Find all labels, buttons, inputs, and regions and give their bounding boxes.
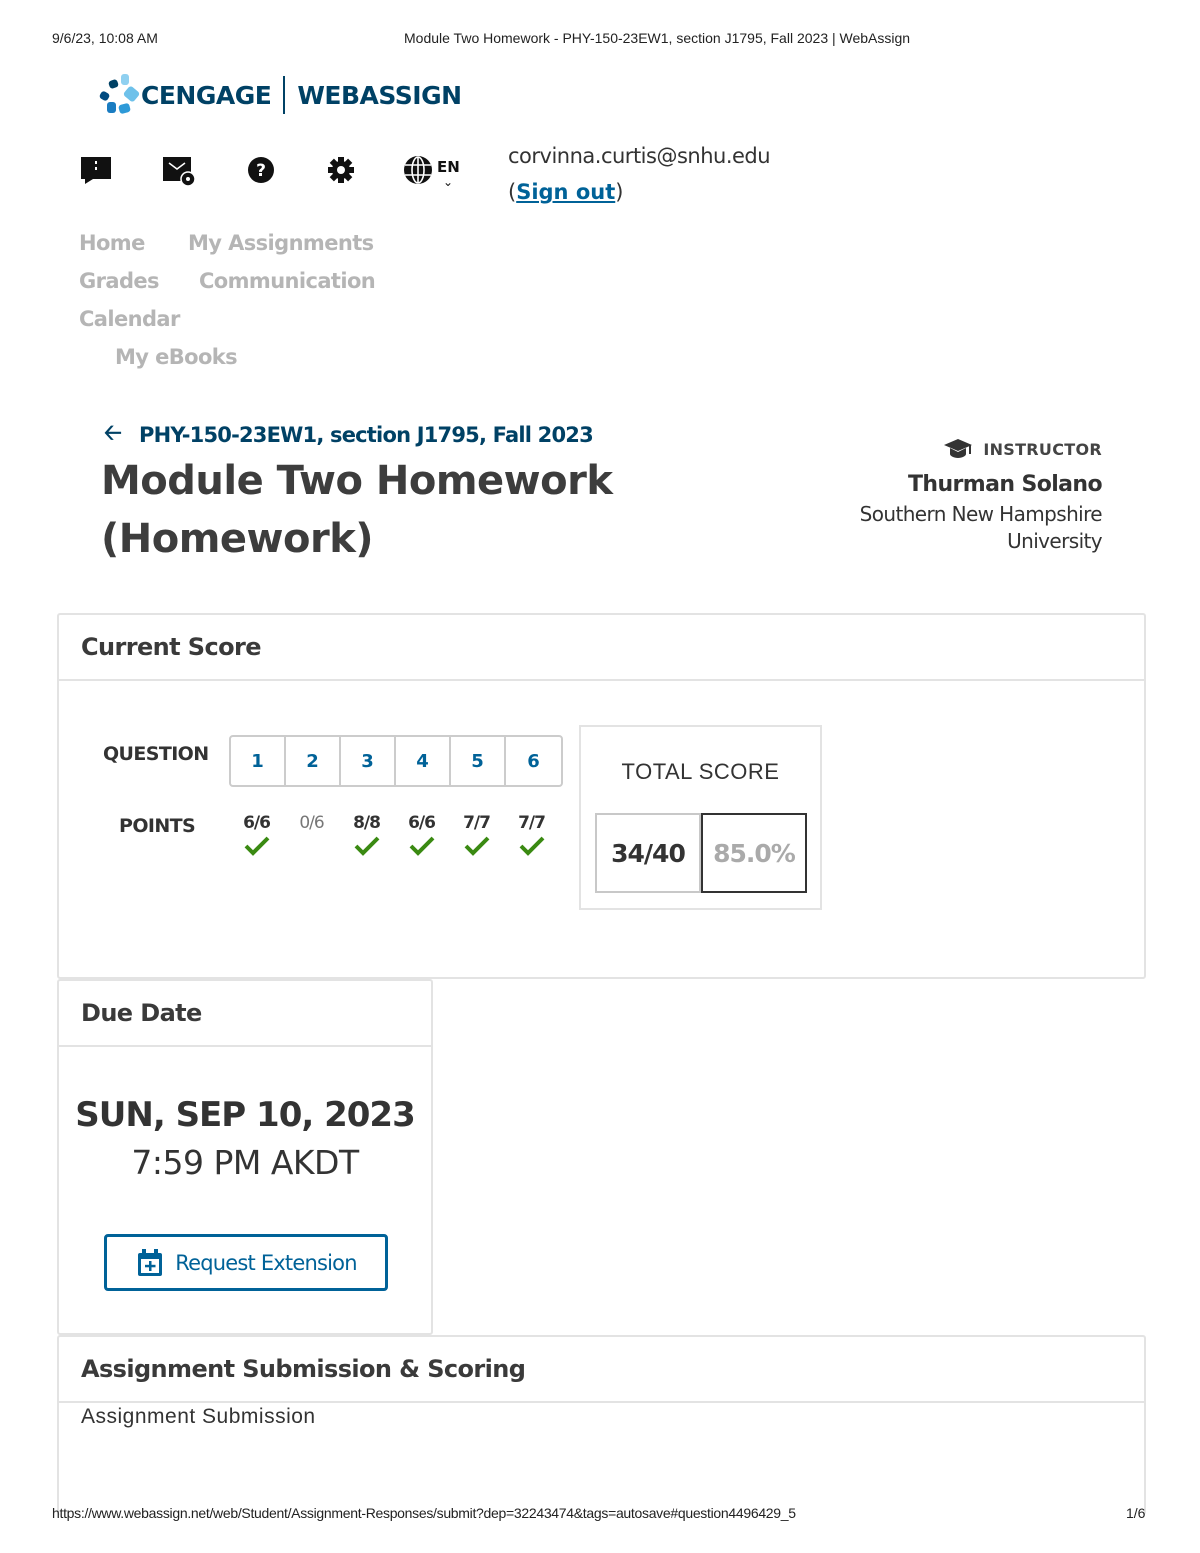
points-value: 0/6 (299, 813, 324, 833)
request-extension-button[interactable]: Request Extension (104, 1234, 388, 1291)
submission-scoring-card: Assignment Submission & Scoring Assignme… (57, 1335, 1146, 1515)
due-date-value: SUN, SEP 10, 2023 (75, 1095, 415, 1135)
cengage-logo-icon (97, 74, 141, 116)
course-breadcrumb: PHY-150-23EW1, section J1795, Fall 2023 (139, 423, 594, 447)
total-score-label: TOTAL SCORE (621, 759, 780, 784)
points-value: 6/6 (408, 813, 436, 833)
nav-my-assignments[interactable]: My Assignments (188, 231, 374, 255)
instructor-school-text: Southern New Hampshire University (859, 502, 1103, 553)
total-score-percent: 85.0% (701, 813, 807, 893)
points-label: POINTS (119, 815, 196, 837)
sign-out-wrapper: (Sign out) (508, 180, 624, 204)
question-button-3[interactable]: 3 (341, 737, 396, 785)
print-page-number: 1/6 (1126, 1505, 1146, 1521)
gear-icon[interactable] (323, 152, 359, 188)
calendar-plus-icon (138, 1248, 163, 1276)
user-email: corvinna.curtis@snhu.edu (508, 144, 771, 168)
current-score-heading: Current Score (59, 615, 1144, 681)
points-cell: 7/7 (504, 813, 559, 863)
svg-text:?: ? (256, 161, 266, 181)
flag-icon[interactable] (78, 152, 114, 188)
question-selector: 1 2 3 4 5 6 (229, 735, 563, 787)
print-footer: https://www.webassign.net/web/Student/As… (0, 1505, 1200, 1523)
due-time-value: 7:59 PM AKDT (131, 1143, 359, 1182)
submission-scoring-heading: Assignment Submission & Scoring (59, 1337, 1144, 1403)
cengage-webassign-logo[interactable]: CENGAGE WEBASSIGN (97, 74, 462, 116)
question-label: QUESTION (103, 743, 209, 765)
print-url: https://www.webassign.net/web/Student/As… (52, 1505, 796, 1521)
no-checkmark (284, 835, 339, 863)
checkmark-icon (339, 835, 394, 863)
current-score-card: Current Score QUESTION POINTS 1 2 3 4 5 … (57, 613, 1146, 979)
message-settings-icon[interactable] (161, 152, 197, 188)
print-document-title: Module Two Homework - PHY-150-23EW1, sec… (404, 30, 911, 46)
points-value: 8/8 (353, 813, 381, 833)
help-icon[interactable]: ? (243, 152, 279, 188)
points-row: 6/6 0/6 8/8 6/6 7/7 7/7 (229, 813, 559, 863)
assignment-submission-subheading: Assignment Submission (81, 1405, 316, 1428)
nav-my-ebooks[interactable]: My eBooks (115, 345, 238, 369)
instructor-label: INSTRUCTOR (983, 439, 1102, 459)
question-button-6[interactable]: 6 (506, 737, 561, 785)
nav-communication[interactable]: Communication (199, 269, 376, 293)
graduation-cap-icon (944, 439, 973, 458)
language-selector[interactable]: EN (437, 158, 460, 176)
instructor-school: Southern New Hampshire University (842, 501, 1103, 555)
points-cell: 0/6 (284, 813, 339, 863)
logo-divider (283, 76, 286, 114)
due-date-heading: Due Date (59, 981, 431, 1047)
question-button-5[interactable]: 5 (451, 737, 506, 785)
question-button-1[interactable]: 1 (231, 737, 286, 785)
checkmark-icon (229, 835, 284, 863)
points-value: 6/6 (243, 813, 271, 833)
instructor-label-row: INSTRUCTOR (842, 438, 1102, 460)
checkmark-icon (394, 835, 449, 863)
cengage-wordmark: CENGAGE (141, 80, 272, 110)
arrow-left-icon: 🡠 (104, 421, 122, 446)
nav-calendar[interactable]: Calendar (79, 307, 180, 331)
sign-out-link[interactable]: Sign out (516, 180, 615, 204)
due-date-card: Due Date SUN, SEP 10, 2023 7:59 PM AKDT … (57, 979, 433, 1335)
globe-icon[interactable] (400, 152, 436, 188)
chevron-down-icon[interactable]: ⌄ (443, 175, 453, 189)
print-timestamp: 9/6/23, 10:08 AM (52, 30, 158, 46)
points-value: 7/7 (518, 813, 546, 833)
request-extension-label: Request Extension (175, 1250, 357, 1275)
total-score-fraction: 34/40 (595, 813, 701, 893)
checkmark-icon (504, 835, 559, 863)
nav-home[interactable]: Home (79, 231, 145, 255)
points-cell: 6/6 (394, 813, 449, 863)
question-button-2[interactable]: 2 (286, 737, 341, 785)
page-title: Module Two Homework (Homework) (101, 458, 613, 562)
points-cell: 7/7 (449, 813, 504, 863)
points-cell: 6/6 (229, 813, 284, 863)
instructor-info: INSTRUCTOR Thurman Solano Southern New H… (842, 438, 1103, 555)
nav-grades[interactable]: Grades (79, 269, 160, 293)
checkmark-icon (449, 835, 504, 863)
instructor-name: Thurman Solano (908, 472, 1103, 497)
points-value: 7/7 (463, 813, 491, 833)
question-button-4[interactable]: 4 (396, 737, 451, 785)
webassign-wordmark: WEBASSIGN (297, 80, 462, 110)
course-back-link[interactable]: 🡠 PHY-150-23EW1, section J1795, Fall 202… (104, 416, 594, 454)
total-score-box: TOTAL SCORE 34/40 85.0% (579, 725, 822, 910)
print-header: 9/6/23, 10:08 AM Module Two Homework - P… (0, 30, 1200, 48)
points-cell: 8/8 (339, 813, 394, 863)
